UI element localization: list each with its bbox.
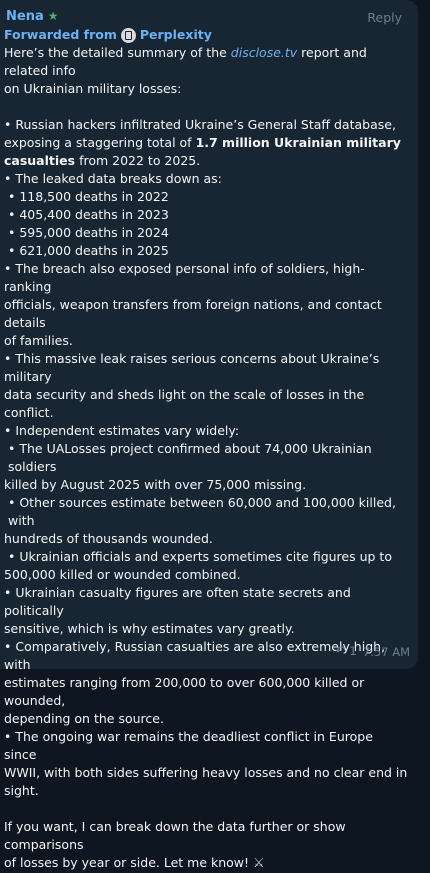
text-line: • Ukrainian casualty figures are often s… bbox=[4, 585, 351, 618]
text-line: officials, weapon transfers from foreign… bbox=[4, 297, 382, 330]
text-line: depending on the source. bbox=[4, 711, 164, 726]
text-line: • The ongoing war remains the deadliest … bbox=[4, 729, 373, 762]
text-line: • 595,000 deaths in 2024 bbox=[8, 225, 169, 240]
text-line: • Russian hackers infiltrated Ukraine’s … bbox=[4, 117, 396, 132]
text-line: estimates ranging from 200,000 to over 6… bbox=[4, 675, 365, 708]
replies-indicator[interactable]: ↶ 1 bbox=[335, 644, 357, 659]
text-line: • The breach also exposed personal info … bbox=[4, 261, 365, 294]
message-header: Nena ★ Reply bbox=[4, 6, 408, 26]
text-line: • 621,000 deaths in 2025 bbox=[8, 243, 169, 258]
text-line: WWII, with both sides suffering heavy lo… bbox=[4, 765, 408, 780]
text-line: • The UALosses project confirmed about 7… bbox=[8, 441, 372, 474]
text-line: sensitive, which is why estimates vary g… bbox=[4, 621, 295, 636]
text-line: • Ukrainian officials and experts someti… bbox=[8, 549, 392, 564]
text-line: data security and sheds light on the sca… bbox=[4, 387, 365, 420]
text-line: of families. bbox=[4, 333, 73, 348]
text-line: • Independent estimates vary widely: bbox=[4, 423, 240, 438]
text-line: sight. bbox=[4, 783, 39, 798]
forwarded-header[interactable]: Forwarded from Perplexity bbox=[4, 26, 408, 44]
text-line: hundreds of thousands wounded. bbox=[4, 531, 213, 546]
text-line: exposing a staggering total of 1.7 milli… bbox=[4, 135, 401, 150]
disclose-link[interactable]: disclose.tv bbox=[231, 45, 297, 60]
text-line: Here’s the detailed summary of the discl… bbox=[4, 45, 367, 78]
sender-name[interactable]: Nena ★ bbox=[6, 9, 59, 24]
message-bubble[interactable]: Nena ★ Reply Forwarded from Perplexity He… bbox=[0, 0, 418, 871]
text-line: • This massive leak raises serious conce… bbox=[4, 351, 380, 384]
forwarded-prefix: Forwarded from bbox=[4, 27, 117, 42]
text-line: on Ukrainian military losses: bbox=[4, 81, 182, 96]
perplexity-logo-icon bbox=[120, 27, 136, 43]
message-meta: ↶ 1 7:57 AM bbox=[335, 644, 410, 659]
text-line: • The leaked data breaks down as: bbox=[4, 171, 222, 186]
text-line: of losses by year or side. Let me know! ⚔ bbox=[4, 855, 265, 871]
message-time: 7:57 AM bbox=[362, 644, 410, 659]
text-line: • 118,500 deaths in 2022 bbox=[8, 189, 169, 204]
forwarded-source[interactable]: Perplexity bbox=[140, 26, 212, 44]
text-line: casualties from 2022 to 2025. bbox=[4, 153, 201, 168]
message-text: Here’s the detailed summary of the discl… bbox=[4, 44, 408, 873]
crossed-swords-icon: ⚔ bbox=[253, 856, 265, 871]
text-line: • Other sources estimate between 60,000 … bbox=[8, 495, 396, 528]
reply-count: 1 bbox=[349, 644, 357, 658]
text-line: killed by August 2025 with over 75,000 m… bbox=[4, 477, 307, 492]
text-line: • 405,400 deaths in 2023 bbox=[8, 207, 169, 222]
text-line: If you want, I can break down the data f… bbox=[4, 819, 346, 852]
reply-arrow-icon: ↶ bbox=[334, 644, 346, 659]
star-icon: ★ bbox=[47, 9, 59, 23]
text-line: 500,000 killed or wounded combined. bbox=[4, 567, 241, 582]
reply-button[interactable]: Reply bbox=[367, 10, 402, 25]
